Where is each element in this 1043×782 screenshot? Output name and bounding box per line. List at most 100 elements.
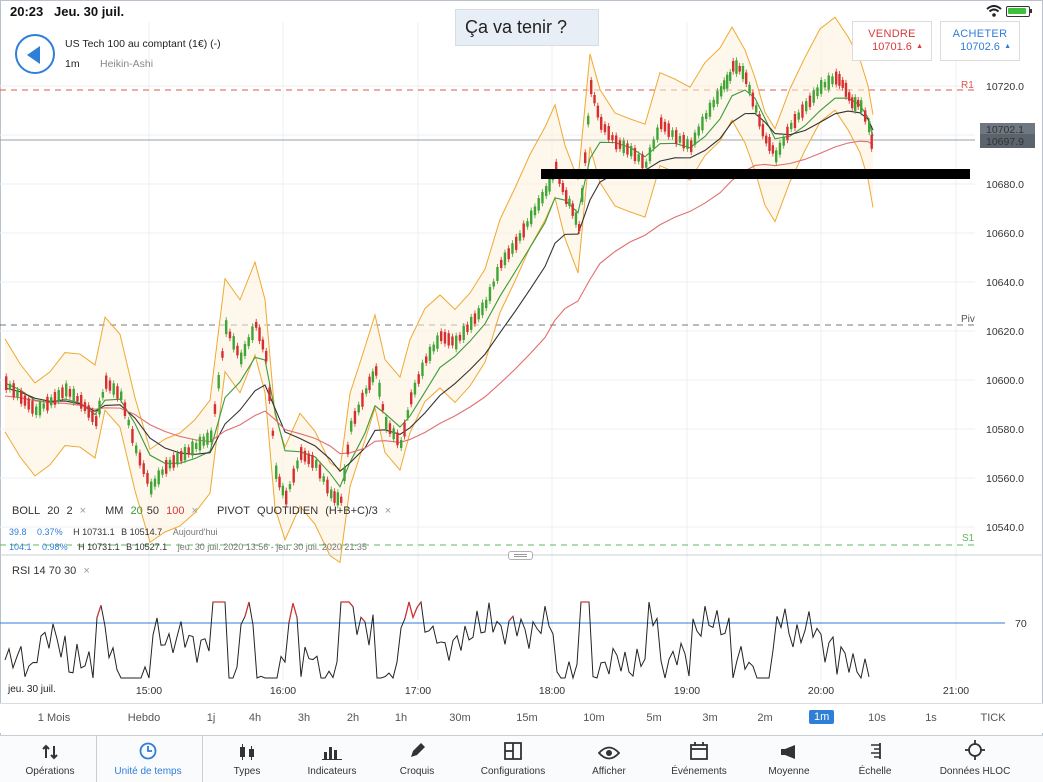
candle-body — [481, 302, 484, 316]
s1-label: S1 — [962, 533, 975, 544]
candle-body — [587, 115, 590, 125]
pivot-legend[interactable]: PIVOT QUOTIDIEN (H+B+C)/3 × — [217, 505, 395, 517]
timeframe-option[interactable]: 1h — [381, 712, 421, 724]
buy-button[interactable]: ACHETER 10702.6 ▲ — [940, 21, 1020, 61]
candle-body — [221, 351, 224, 358]
rsi-overbought-segment — [96, 605, 102, 618]
candle-body — [300, 447, 303, 460]
candle-body — [307, 453, 310, 465]
candle-body — [600, 116, 603, 130]
timeframe-option[interactable]: 2h — [333, 712, 373, 724]
timeframe-option[interactable]: 30m — [440, 712, 480, 724]
candle-body — [708, 102, 712, 117]
candle-body — [326, 479, 329, 494]
candle-body — [353, 410, 357, 424]
toolbar-crosshair-button[interactable]: Données HLOC — [925, 736, 1025, 782]
price-chart[interactable]: 10720.010700.010680.010660.010640.010620… — [0, 0, 1043, 703]
candle-body — [541, 191, 544, 204]
layout-icon — [463, 736, 563, 760]
candle-body — [805, 101, 808, 112]
candle-body — [131, 429, 134, 443]
toolbar-eye-button[interactable]: Afficher — [559, 736, 659, 782]
boll-legend[interactable]: BOLL 20 2 × — [12, 505, 90, 517]
candle-body — [180, 451, 183, 462]
legend-low: B 10514.7 — [121, 527, 163, 537]
toolbar-layout-button[interactable]: Configurations — [463, 736, 563, 782]
candle-body — [191, 441, 194, 456]
candle-body — [27, 398, 30, 410]
x-axis-date: jeu. 30 juil. — [8, 684, 56, 695]
candle-body — [578, 224, 581, 232]
rsi-close-icon[interactable]: × — [83, 565, 89, 577]
timeframe-option[interactable]: 15m — [507, 712, 547, 724]
timeframe-option[interactable]: 2m — [745, 712, 785, 724]
toolbar-swap-arrows-button[interactable]: Opérations — [0, 736, 100, 782]
rsi-legend[interactable]: RSI 14 70 30 × — [12, 565, 90, 577]
candle-body — [303, 450, 307, 462]
candle-body — [385, 417, 388, 430]
timeframe-option[interactable]: 10s — [857, 712, 897, 724]
timeframe-option[interactable]: Hebdo — [124, 712, 164, 724]
timeframe-option[interactable]: 1s — [911, 712, 951, 724]
timeframe-option[interactable]: 4h — [235, 712, 275, 724]
candle-body — [146, 472, 149, 484]
candle-body — [568, 198, 571, 206]
timeframe-option[interactable]: 3m — [690, 712, 730, 724]
mm-legend[interactable]: MM 20 50 100 × — [105, 505, 202, 517]
sell-label: VENDRE — [868, 28, 916, 40]
rsi-70-label: 70 — [1015, 618, 1027, 630]
pivot-label: Piv — [961, 314, 975, 325]
candle-body — [607, 126, 610, 140]
legend-val-b2: 0.98% — [42, 542, 68, 552]
toolbar-scale-button[interactable]: Échelle — [825, 736, 925, 782]
mm-period-20: 20 — [130, 505, 143, 517]
candle-body — [50, 397, 53, 406]
rsi-name: RSI — [12, 565, 31, 577]
candle-body — [466, 324, 469, 332]
timeframe-option[interactable]: TICK — [973, 712, 1013, 724]
timeframe-option[interactable]: 1j — [191, 712, 231, 724]
candle-body — [530, 210, 533, 225]
candle-body — [288, 483, 292, 490]
candle-body — [392, 428, 395, 440]
x-tick-label: 15:00 — [136, 685, 162, 697]
mm-close-icon[interactable]: × — [191, 505, 197, 517]
candle-body — [410, 392, 413, 405]
toolbar-pencil-button[interactable]: Croquis — [367, 736, 467, 782]
timeframe-option[interactable]: 1 Mois — [34, 712, 74, 724]
back-button[interactable] — [15, 34, 55, 74]
candle-body — [278, 476, 281, 488]
candle-body — [83, 402, 87, 411]
timeframe-option[interactable]: 10m — [574, 712, 614, 724]
candle-body — [202, 436, 205, 446]
candle-body — [492, 281, 495, 287]
candle-body — [526, 221, 529, 227]
toolbar-separator — [96, 736, 97, 782]
candle-body — [671, 130, 674, 137]
candle-body — [153, 478, 157, 487]
candle-body — [581, 188, 584, 202]
candle-body — [268, 387, 271, 402]
candle-body — [705, 113, 708, 119]
candle-body — [860, 100, 863, 113]
candle-body — [261, 339, 265, 350]
candle-body — [652, 139, 655, 149]
candle-body — [176, 453, 179, 465]
timeframe-option[interactable]: 3h — [284, 712, 324, 724]
candle-body — [72, 388, 75, 403]
y-tick-label: 10660.0 — [986, 228, 1024, 240]
candle-body — [675, 130, 678, 145]
candle-body — [515, 236, 518, 250]
toolbar-megaphone-button[interactable]: Moyenne — [739, 736, 839, 782]
boll-close-icon[interactable]: × — [80, 505, 86, 517]
pivot-close-icon[interactable]: × — [385, 505, 391, 517]
back-arrow-icon — [27, 46, 40, 64]
toolbar-clock-button[interactable]: Unité de temps — [98, 736, 198, 782]
timeframe-option[interactable]: 5m — [634, 712, 674, 724]
sell-button[interactable]: VENDRE 10701.6 ▲ — [852, 21, 932, 61]
candle-body — [436, 335, 439, 349]
toolbar-calendar-button[interactable]: Événements — [649, 736, 749, 782]
timeframe-option[interactable]: 1m — [809, 710, 835, 724]
candle-body — [596, 105, 600, 118]
pane-resize-handle[interactable] — [508, 551, 533, 560]
